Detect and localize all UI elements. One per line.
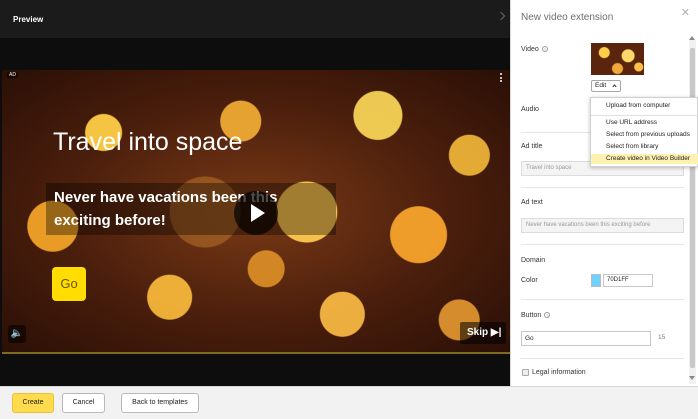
legal-label: Legal information	[532, 369, 586, 376]
chevron-right-icon[interactable]	[496, 11, 506, 21]
edit-button[interactable]: Edit	[591, 80, 621, 92]
ad-body-text: Never have vacations been this exciting …	[46, 183, 336, 235]
skip-button[interactable]: Skip ▶|	[460, 322, 506, 344]
domain-label: Domain	[521, 257, 546, 264]
close-icon[interactable]: ✕	[681, 6, 690, 19]
footer-bar: Create Cancel Back to templates	[0, 386, 698, 419]
menu-item-url[interactable]: Use URL address	[591, 118, 698, 128]
scrollbar-thumb[interactable]	[690, 48, 695, 368]
preview-area: Preview AD Travel into space Never have …	[0, 0, 512, 386]
legal-checkbox[interactable]	[522, 369, 529, 376]
color-input[interactable]: 70D1FF	[603, 274, 653, 287]
video-source-menu: Upload from computer Use URL address Sel…	[590, 97, 698, 167]
panel-title: New video extension	[521, 12, 614, 23]
video-progress[interactable]	[2, 352, 510, 354]
play-icon[interactable]	[234, 191, 278, 235]
divider	[521, 299, 684, 300]
preview-header: Preview	[0, 0, 512, 38]
go-button[interactable]: Go	[52, 267, 86, 301]
ad-text-label: Ad text	[521, 199, 543, 206]
back-to-templates-button[interactable]: Back to templates	[121, 393, 199, 413]
help-icon[interactable]: ?	[541, 46, 548, 53]
ad-title-label: Ad title	[521, 143, 543, 150]
preview-title: Preview	[13, 15, 44, 24]
button-label: Button?	[521, 312, 551, 319]
menu-item-previous-uploads[interactable]: Select from previous uploads	[591, 130, 698, 140]
volume-icon[interactable]: 🔈	[8, 325, 26, 343]
scroll-down-icon[interactable]	[689, 376, 695, 380]
button-text-input[interactable]: Go	[521, 331, 651, 346]
video-thumbnail	[591, 43, 644, 75]
scrollbar[interactable]	[689, 40, 696, 384]
character-count: 15	[658, 334, 666, 341]
audio-label: Audio	[521, 106, 539, 113]
color-swatch[interactable]	[591, 274, 601, 287]
menu-item-library[interactable]: Select from library	[591, 142, 698, 152]
divider	[521, 187, 684, 188]
chevron-up-icon	[612, 84, 617, 89]
color-label: Color	[521, 277, 538, 284]
video-player[interactable]: AD Travel into space Never have vacation…	[2, 70, 510, 354]
divider	[521, 358, 684, 359]
ad-text-input[interactable]: Never have vacations been this exciting …	[521, 218, 684, 233]
video-label: Video?	[521, 46, 548, 53]
create-button[interactable]: Create	[12, 393, 54, 413]
menu-item-upload[interactable]: Upload from computer	[591, 101, 698, 111]
cancel-button[interactable]: Cancel	[62, 393, 105, 413]
help-icon[interactable]: ?	[544, 312, 551, 319]
settings-panel: New video extension ✕ Video? Edit Audio …	[510, 0, 698, 386]
divider	[521, 244, 684, 245]
more-options-icon[interactable]	[500, 73, 503, 84]
ad-headline: Travel into space	[53, 128, 243, 156]
menu-item-video-builder[interactable]: Create video in Video Builder	[591, 154, 698, 164]
ad-badge: AD	[7, 72, 18, 78]
menu-separator	[591, 115, 698, 116]
